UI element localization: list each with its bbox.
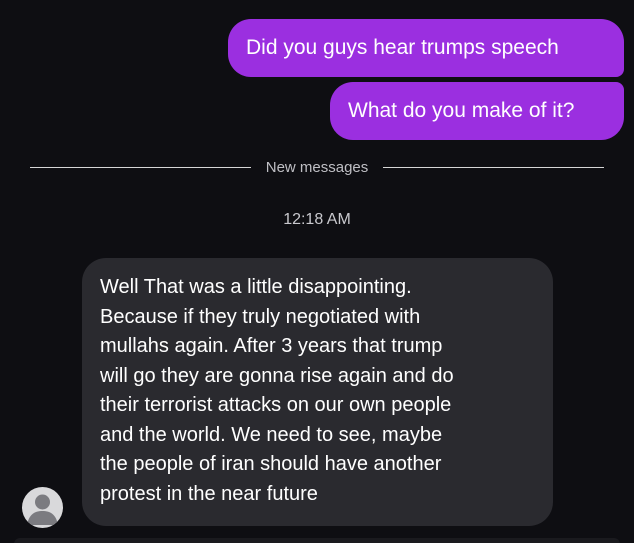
message-line: mullahs again. After 3 years that trump [100,335,443,357]
incoming-message-bubble[interactable]: Well That was a little disappointing. Be… [82,258,553,526]
message-line: and the world. We need to see, maybe [100,423,443,446]
message-line: their terrorist attacks on our own peopl… [100,394,452,416]
message-line: the people of iran should have another [100,453,442,475]
chat-thread: Did you guys hear trumps speech What do … [0,0,634,543]
message-text: Did you guys hear trumps speech [246,36,559,59]
message-text: What do you make of it? [348,99,575,122]
divider-line [30,166,251,168]
outgoing-message-bubble[interactable]: Did you guys hear trumps speech [228,19,624,77]
divider-line [383,166,605,168]
new-messages-divider: New messages [30,155,605,179]
message-line: protest in the near future [100,482,318,505]
sender-avatar[interactable] [22,487,63,528]
message-timestamp: 12:18 AM [283,211,351,228]
default-user-icon [27,494,58,525]
outgoing-message-bubble[interactable]: What do you make of it? [330,82,624,140]
next-message-edge [14,538,620,543]
message-line: Well That was a little disappointing. [100,276,412,298]
new-messages-label: New messages [265,158,369,176]
message-line: will go they are gonna rise again and do [100,364,454,387]
message-line: Because if they truly negotiated with [100,305,421,328]
